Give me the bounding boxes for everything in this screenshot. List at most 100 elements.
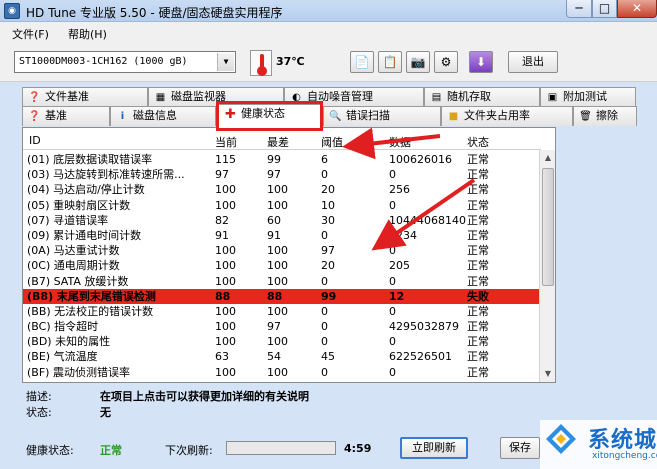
scroll-up-icon[interactable]: ▲	[540, 150, 556, 166]
download-icon: ⬇	[475, 55, 487, 69]
cell-threshold: 0	[321, 304, 328, 318]
table-row[interactable]: (BF) 震动侦测错误率 100 100 0 0 正常	[23, 365, 541, 380]
cell-current: 115	[215, 153, 236, 166]
cell-id: (BC) 指令超时	[27, 320, 99, 334]
header-data[interactable]: 数据	[389, 134, 411, 150]
refresh-now-button[interactable]: 立即刷新	[400, 437, 468, 459]
cell-data: 12	[389, 289, 405, 303]
cell-status: 正常	[467, 213, 489, 227]
tab-error-scan[interactable]: 🔍 错误扫描	[323, 106, 441, 126]
table-body: (01) 底层数据读取错误率 115 99 6 100626016 正常 (03) 马达旋转…	[23, 152, 541, 380]
tab-label: 基准	[45, 109, 67, 122]
tab-erase[interactable]: 🗑 擦除	[573, 106, 637, 126]
tab-folder-usage[interactable]: ■ 文件夹占用率	[441, 106, 573, 126]
vertical-scrollbar[interactable]: ▲ ▼	[539, 150, 555, 382]
scroll-down-icon[interactable]: ▼	[540, 366, 556, 382]
download-button[interactable]: ⬇	[469, 51, 493, 73]
copy-button[interactable]: 📋	[378, 51, 402, 73]
tab-row-bottom: ❓ 基准 i 磁盘信息 ✚ 健康状态 🔍 错误扫描 ■ 文件夹占用率 🗑 擦除	[0, 104, 657, 128]
table-row[interactable]: (0A) 马达重试计数 100 100 97 0 正常	[23, 243, 541, 258]
tab-label: 擦除	[596, 109, 618, 122]
cell-status: 正常	[467, 198, 489, 212]
tab-label: 文件夹占用率	[464, 109, 530, 122]
cell-worst: 100	[267, 304, 288, 318]
cell-id: (09) 累计通电时间计数	[27, 228, 142, 242]
header-id[interactable]: ID	[29, 134, 41, 147]
table-row[interactable]: (04) 马达启动/停止计数 100 100 20 256 正常	[23, 182, 541, 197]
options-button[interactable]: ⚙	[434, 51, 458, 73]
watermark-url: xitongcheng.com	[592, 451, 657, 461]
table-row[interactable]: (01) 底层数据读取错误率 115 99 6 100626016 正常	[23, 152, 541, 167]
header-current[interactable]: 当前	[215, 134, 237, 150]
chevron-down-icon[interactable]: ▼	[217, 53, 234, 71]
cell-id: (B8) 末尾到末尾错误检测	[27, 289, 156, 303]
cell-current: 63	[215, 350, 229, 364]
copy-text-icon: 📄	[354, 55, 370, 69]
toolbar: ST1000DM003-1CH162 (1000 gB) ▼ 37℃ 📄 📋 📷…	[0, 42, 657, 82]
tab-extra-tests[interactable]: ▣ 附加测试	[540, 87, 636, 107]
save-button[interactable]: 保存	[500, 437, 540, 459]
cell-worst: 100	[267, 259, 288, 273]
cell-worst: 99	[267, 153, 281, 166]
table-row[interactable]: (BB) 无法校正的错误计数 100 100 0 0 正常	[23, 304, 541, 319]
table-row[interactable]: (09) 累计通电时间计数 91 91 0 8234 正常	[23, 228, 541, 243]
cell-status: 正常	[467, 183, 489, 197]
table-row[interactable]: (0C) 通电周期计数 100 100 20 205 正常	[23, 258, 541, 273]
tab-benchmark[interactable]: ❓ 基准	[22, 106, 110, 126]
cell-data: 622526501	[389, 350, 452, 364]
copy-text-button[interactable]: 📄	[350, 51, 374, 73]
cell-id: (BF) 震动侦测错误率	[27, 365, 130, 379]
table-row[interactable]: (07) 寻道错误率 82 60 30 10444068140 正常	[23, 213, 541, 228]
cell-worst: 97	[267, 320, 281, 334]
menu-help[interactable]: 帮助(H)	[68, 26, 107, 42]
cell-data: 256	[389, 183, 410, 197]
cell-threshold: 97	[321, 244, 335, 258]
cell-status: 正常	[467, 335, 489, 349]
cell-data: 4295032879	[389, 320, 459, 334]
cell-threshold: 0	[321, 320, 328, 334]
table-row[interactable]: (03) 马达旋转到标准转速所需... 97 97 0 0 正常	[23, 167, 541, 182]
extra-tests-icon: ▣	[547, 92, 558, 103]
tab-file-benchmark[interactable]: ❓ 文件基准	[22, 87, 148, 107]
thermometer-icon	[250, 50, 272, 76]
header-threshold[interactable]: 阈值	[321, 134, 343, 150]
cell-worst: 97	[267, 168, 281, 182]
exit-button[interactable]: 退出	[508, 51, 558, 73]
cell-current: 100	[215, 274, 236, 288]
cell-current: 100	[215, 259, 236, 273]
smart-table-panel: ID 当前 最差 阈值 数据 状态 (01) 底层数据读取错误率 115 99 6 10…	[22, 127, 556, 383]
scroll-thumb[interactable]	[542, 168, 554, 286]
tab-label: 错误扫描	[346, 109, 390, 122]
cell-current: 100	[215, 198, 236, 212]
header-status[interactable]: 状态	[467, 134, 489, 150]
table-row[interactable]: (BD) 未知的属性 100 100 0 0 正常	[23, 334, 541, 349]
cell-threshold: 45	[321, 350, 335, 364]
tab-disk-info[interactable]: i 磁盘信息	[110, 106, 216, 126]
cell-id: (BB) 无法校正的错误计数	[27, 304, 154, 318]
status-label: 状态:	[26, 406, 52, 419]
tab-random-access[interactable]: ▤ 随机存取	[424, 87, 540, 107]
cell-status: 正常	[467, 365, 489, 379]
cell-data: 10444068140	[389, 213, 466, 227]
description-label: 描述:	[26, 390, 52, 403]
table-row-failed[interactable]: (B8) 末尾到末尾错误检测 88 88 99 12 失败	[23, 288, 541, 304]
watermark-logo-icon	[546, 424, 576, 454]
cell-threshold: 0	[321, 274, 328, 288]
maximize-button[interactable]: □	[592, 0, 617, 18]
cell-worst: 100	[267, 365, 288, 379]
drive-select[interactable]: ST1000DM003-1CH162 (1000 gB) ▼	[14, 51, 236, 73]
table-row[interactable]: (BC) 指令超时 100 97 0 4295032879 正常	[23, 319, 541, 334]
screenshot-button[interactable]: 📷	[406, 51, 430, 73]
cell-worst: 91	[267, 228, 281, 242]
cell-worst: 100	[267, 335, 288, 349]
table-row[interactable]: (B7) SATA 放缓计数 100 100 0 0 正常	[23, 274, 541, 289]
table-row[interactable]: (BE) 气流温度 63 54 45 622526501 正常	[23, 349, 541, 364]
hdtune-app-icon: ◉	[4, 3, 20, 19]
table-row[interactable]: (05) 重映射扇区计数 100 100 10 0 正常	[23, 198, 541, 213]
close-button[interactable]: ✕	[617, 0, 657, 18]
header-worst[interactable]: 最差	[267, 134, 289, 150]
menu-file[interactable]: 文件(F)	[12, 26, 49, 42]
cell-worst: 60	[267, 213, 281, 227]
cell-threshold: 30	[321, 213, 335, 227]
minimize-button[interactable]: ─	[566, 0, 592, 18]
